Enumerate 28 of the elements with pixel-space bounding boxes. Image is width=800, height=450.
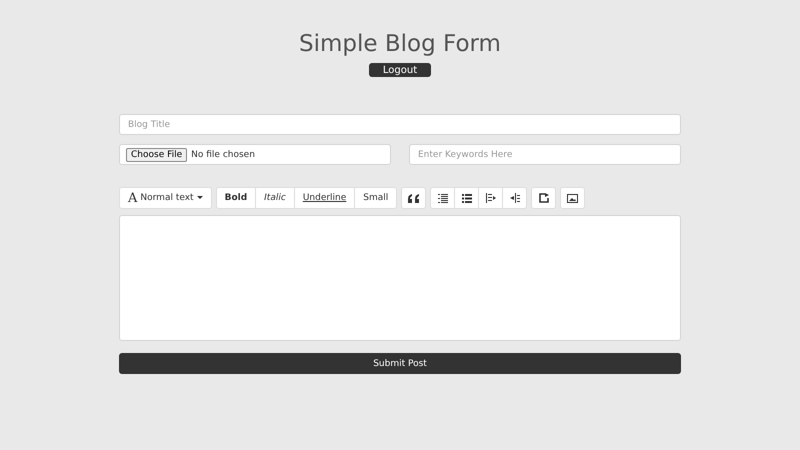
submit-button[interactable]: Submit Post xyxy=(119,353,681,374)
caret-icon xyxy=(196,196,203,200)
quote-icon xyxy=(408,194,420,202)
indent-icon xyxy=(510,193,520,203)
outdent-button[interactable] xyxy=(478,187,504,209)
image-icon xyxy=(567,194,578,202)
file-status: No file chosen xyxy=(191,150,255,160)
format-button[interactable]: Small xyxy=(354,187,398,209)
font-size-dropdown[interactable]: A Normal text xyxy=(119,187,212,209)
outdent-icon xyxy=(486,193,496,203)
quote-button[interactable] xyxy=(401,187,426,209)
format-button[interactable]: Underline xyxy=(294,187,356,209)
indent-button[interactable] xyxy=(502,187,528,209)
redo-icon xyxy=(538,193,549,203)
format-button[interactable]: Bold xyxy=(216,187,256,209)
page-title: Simple Blog Form xyxy=(299,30,501,59)
choose-file-button[interactable]: Choose File xyxy=(126,148,188,162)
logout-button[interactable]: Logout xyxy=(369,63,431,77)
keywords-field[interactable]: Enter Keywords Here xyxy=(409,144,681,165)
blog-title-field[interactable]: Blog Title xyxy=(119,114,681,135)
image-button[interactable] xyxy=(560,187,586,209)
numbered-list-button[interactable] xyxy=(454,187,480,209)
numbered-list-icon xyxy=(462,194,472,202)
bullet-list-button[interactable] xyxy=(430,187,456,209)
bullet-list-icon xyxy=(438,194,448,202)
redo-button[interactable] xyxy=(531,187,556,209)
file-field[interactable]: Choose File No file chosen xyxy=(119,144,391,165)
format-button[interactable]: Italic xyxy=(255,187,295,209)
